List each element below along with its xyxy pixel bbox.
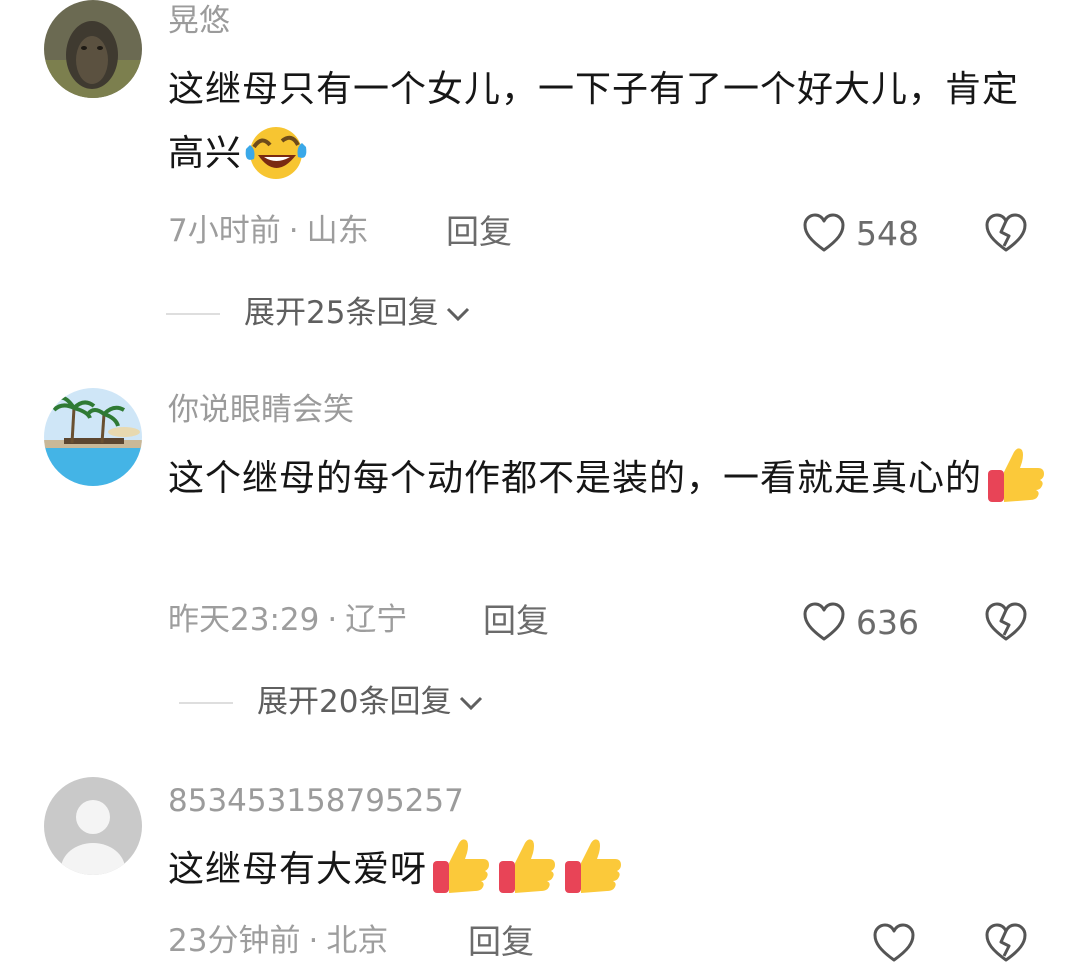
lion-avatar-image	[44, 0, 142, 98]
default-user-avatar-icon	[44, 777, 142, 875]
reply-button[interactable]: 回复	[446, 215, 512, 248]
avatar[interactable]	[44, 388, 142, 486]
comment-location: 辽宁	[345, 602, 408, 638]
divider-line	[166, 312, 220, 315]
thumbs-up-icon	[988, 448, 1045, 502]
divider-line	[179, 701, 233, 704]
avatar[interactable]	[44, 777, 142, 875]
meta-separator: ·	[308, 923, 319, 959]
comment-time: 23分钟前	[168, 923, 301, 959]
chevron-down-icon	[447, 307, 470, 321]
comment-meta: 23分钟前 · 北京	[168, 926, 388, 957]
expand-replies-button[interactable]: 展开25条回复	[166, 298, 472, 329]
like-button[interactable]: 636	[802, 601, 919, 643]
comment-time: 7小时前	[168, 213, 281, 249]
meta-separator: ·	[288, 213, 299, 249]
comment-location: 北京	[326, 923, 389, 959]
comment-text: 这个继母的每个动作都不是装的，一看就是真心的	[168, 447, 1048, 512]
comment-text: 这继母只有一个女儿，一下子有了一个好大儿，肯定高兴	[168, 58, 1048, 187]
pool-palm-avatar-image	[44, 388, 142, 486]
comment-text-content: 这个继母的每个动作都不是装的，一看就是真心的	[168, 458, 983, 499]
comment-meta: 7小时前 · 山东	[168, 216, 369, 247]
comment-time: 昨天23:29	[168, 602, 320, 638]
chevron-down-icon	[460, 696, 483, 710]
meta-separator: ·	[327, 602, 338, 638]
like-button[interactable]	[872, 922, 916, 964]
username[interactable]: 853453158795257	[168, 786, 464, 817]
like-button[interactable]: 548	[802, 212, 919, 254]
broken-heart-icon[interactable]	[984, 212, 1028, 254]
thumbs-up-icon	[433, 839, 490, 893]
comment-text-content: 这继母有大爱呀	[168, 849, 428, 890]
like-count: 636	[856, 602, 919, 642]
expand-replies-label: 展开25条回复	[244, 295, 439, 331]
username[interactable]: 晃悠	[168, 6, 230, 37]
comment-location: 山东	[306, 213, 369, 249]
avatar[interactable]	[44, 0, 142, 98]
comment-meta: 昨天23:29 · 辽宁	[168, 605, 407, 636]
heart-icon	[803, 213, 845, 252]
broken-heart-icon[interactable]	[984, 601, 1028, 643]
like-count: 548	[856, 213, 919, 253]
broken-heart-icon[interactable]	[984, 922, 1028, 964]
laughing-crying-emoji-icon	[245, 127, 307, 179]
expand-replies-label: 展开20条回复	[257, 684, 452, 720]
comment-text: 这继母有大爱呀	[168, 838, 1048, 903]
heart-icon	[803, 602, 845, 641]
thumbs-up-icon	[499, 839, 556, 893]
expand-replies-button[interactable]: 展开20条回复	[179, 687, 485, 718]
heart-icon	[873, 923, 915, 962]
reply-button[interactable]: 回复	[483, 604, 549, 637]
username[interactable]: 你说眼睛会笑	[168, 395, 354, 426]
thumbs-up-icon	[565, 839, 622, 893]
reply-button[interactable]: 回复	[468, 925, 534, 958]
